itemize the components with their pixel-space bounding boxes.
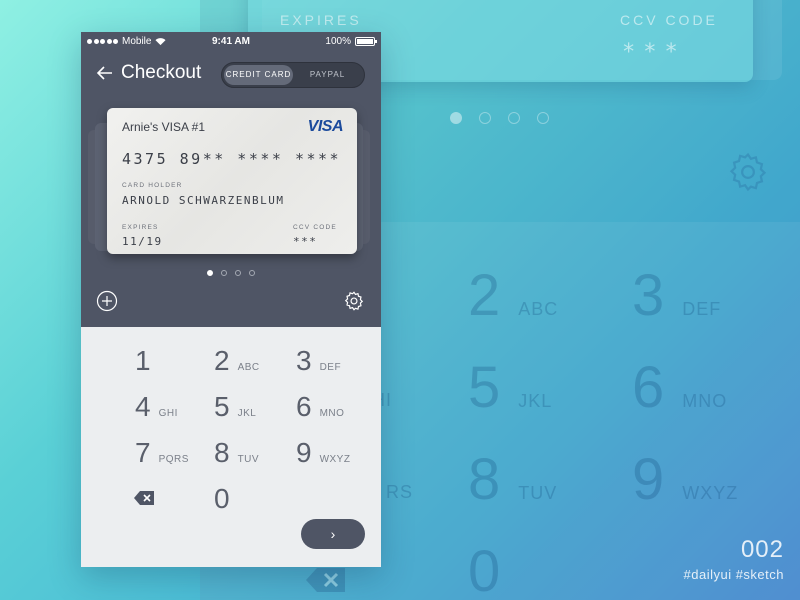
key-1[interactable]: 1 bbox=[135, 345, 159, 377]
back-button[interactable]: Checkout bbox=[95, 62, 201, 84]
background-key: 0 bbox=[468, 539, 501, 600]
page-title: Checkout bbox=[121, 62, 202, 83]
background-key: 9 WXYZ bbox=[632, 447, 739, 512]
background-pager-dot bbox=[537, 112, 549, 124]
key-7[interactable]: 7 PQRS bbox=[135, 437, 189, 469]
background-key: 3 DEF bbox=[632, 263, 722, 328]
card-pager-dot[interactable] bbox=[207, 270, 213, 276]
tab-credit-card[interactable]: CREDIT CARD bbox=[224, 65, 293, 85]
visa-logo: VISA bbox=[307, 118, 344, 135]
phone-screen: Mobile 9:41 AM 100% Checkout CREDIT CARD… bbox=[81, 32, 381, 567]
key-0[interactable]: 0 bbox=[214, 483, 238, 515]
background-key: 2 ABC bbox=[468, 263, 559, 328]
card-ccv-value: *** bbox=[293, 235, 318, 248]
daily-number: 002 bbox=[740, 536, 784, 563]
card-holder-name: ARNOLD SCHWARZENBLUM bbox=[122, 194, 285, 207]
arrow-left-icon bbox=[96, 66, 112, 80]
background-key-partial: RS bbox=[386, 482, 414, 502]
daily-tags: #dailyui #sketch bbox=[683, 567, 784, 582]
key-3[interactable]: 3 DEF bbox=[296, 345, 341, 377]
background-key: 5 JKL bbox=[468, 355, 553, 420]
background-pager bbox=[450, 112, 549, 124]
card-holder-label: CARD HOLDER bbox=[122, 182, 183, 189]
background-key: 8 TUV bbox=[468, 447, 558, 512]
key-2[interactable]: 2 ABC bbox=[214, 345, 260, 377]
credit-card[interactable]: Arnie's VISA #1 VISA 4375 89** **** ****… bbox=[107, 108, 357, 254]
background-ccv-value: *** bbox=[622, 40, 686, 65]
background-ccv-label: CCV CODE bbox=[620, 12, 718, 28]
card-pager bbox=[207, 270, 255, 276]
background-pager-dot bbox=[479, 112, 491, 124]
background-backspace-icon bbox=[306, 568, 345, 592]
backspace-icon[interactable] bbox=[133, 490, 155, 506]
card-number: 4375 89** **** **** bbox=[122, 150, 342, 168]
key-6[interactable]: 6 MNO bbox=[296, 391, 344, 423]
card-nickname: Arnie's VISA #1 bbox=[122, 120, 206, 134]
key-9[interactable]: 9 WXYZ bbox=[296, 437, 350, 469]
key-8[interactable]: 8 TUV bbox=[214, 437, 259, 469]
card-ccv-label: CCV CODE bbox=[293, 224, 337, 231]
next-button[interactable]: › bbox=[301, 519, 365, 549]
card-pager-dot[interactable] bbox=[235, 270, 241, 276]
status-bar: Mobile 9:41 AM 100% bbox=[81, 32, 381, 52]
background-pager-dot bbox=[508, 112, 520, 124]
key-5[interactable]: 5 JKL bbox=[214, 391, 256, 423]
checkout-header-area: Mobile 9:41 AM 100% Checkout CREDIT CARD… bbox=[81, 32, 381, 327]
numeric-keypad: 1 2 ABC 3 DEF 4 GHI 5 JKL 6 MNO 7 PQRS 8 TUV 9W… bbox=[81, 327, 381, 567]
status-right: 100% bbox=[325, 36, 377, 47]
background-gear-icon bbox=[729, 152, 767, 192]
background-key: 6 MNO bbox=[632, 355, 728, 420]
gear-icon[interactable] bbox=[343, 290, 365, 312]
card-expires-value: 11/19 bbox=[122, 235, 163, 248]
battery-icon bbox=[355, 37, 377, 46]
card-expires-label: EXPIRES bbox=[122, 224, 159, 231]
card-pager-dot[interactable] bbox=[249, 270, 255, 276]
battery-label: 100% bbox=[325, 36, 351, 47]
nav-bar: Checkout CREDIT CARD PAYPAL bbox=[81, 60, 381, 90]
add-card-icon[interactable] bbox=[96, 290, 118, 312]
tab-paypal[interactable]: PAYPAL bbox=[293, 65, 362, 85]
card-pager-dot[interactable] bbox=[221, 270, 227, 276]
background-pager-dot bbox=[450, 112, 462, 124]
payment-method-toggle: CREDIT CARD PAYPAL bbox=[221, 62, 365, 88]
key-4[interactable]: 4 GHI bbox=[135, 391, 178, 423]
background-expires-label: EXPIRES bbox=[280, 12, 362, 28]
